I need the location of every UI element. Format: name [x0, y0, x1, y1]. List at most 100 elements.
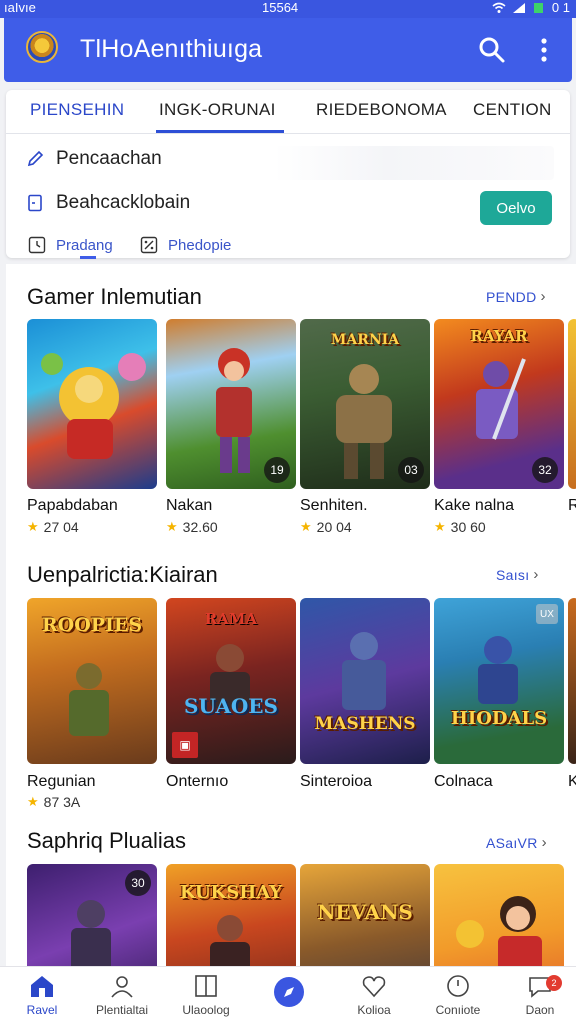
- card-name[interactable]: Onternıo: [166, 773, 228, 791]
- search-field-background: [274, 146, 554, 180]
- card-rating: ★ 30 60: [434, 519, 486, 535]
- game-card-image[interactable]: MARNIA 03: [300, 319, 430, 489]
- card-art-title: SUAOES: [184, 694, 278, 718]
- go-button[interactable]: Oelvo: [480, 191, 552, 225]
- sub-option-1-label: Pradang: [56, 236, 113, 254]
- game-card-image[interactable]: RAYAR 32: [434, 319, 564, 489]
- tab-3[interactable]: RIEDEBONOMA: [316, 100, 447, 120]
- card-badge: 19: [264, 457, 290, 483]
- nav-library-label: Ulaoolog: [182, 1003, 230, 1017]
- game-card-image[interactable]: ROOPIES: [27, 598, 157, 764]
- sub-option-2-label: Phedopie: [168, 236, 232, 254]
- card-name[interactable]: Regunian: [27, 773, 96, 791]
- nav-explore-button[interactable]: [274, 977, 304, 1007]
- filter-card: PIENSEHIN INGK-ORUNAI RIEDEBONOMA CENTIO…: [6, 90, 570, 259]
- nav-messages[interactable]: Daon: [498, 973, 576, 1017]
- nav-favorites[interactable]: Kolioa: [332, 973, 416, 1017]
- section-3-title: Saphriq Plualias: [27, 828, 186, 853]
- game-card-image[interactable]: [568, 319, 576, 489]
- game-card-image[interactable]: 30: [27, 864, 157, 966]
- percent-square-icon: [140, 236, 158, 254]
- card-art-title: MARNIA: [330, 332, 400, 348]
- clock-square-icon: [28, 236, 46, 254]
- status-icons: 0 1: [492, 0, 570, 15]
- heart-icon: [362, 976, 386, 998]
- section-3-more-link[interactable]: ASaıVR ›: [486, 834, 547, 851]
- card-name[interactable]: Papabdaban: [27, 497, 118, 515]
- card-name[interactable]: Nakan: [166, 497, 212, 515]
- star-icon: ★: [27, 519, 39, 534]
- menu-row-2[interactable]: Beahcacklobain: [26, 192, 190, 214]
- section-1-title: Gamer Inlemutian: [27, 284, 202, 309]
- tab-2[interactable]: INGK-ORUNAI: [159, 100, 276, 120]
- nav-home[interactable]: Ravel: [0, 973, 84, 1017]
- home-icon: [31, 976, 53, 997]
- card-rating: ★ 27 04: [27, 519, 79, 535]
- active-tab-indicator: [156, 130, 284, 133]
- document-icon: [28, 194, 42, 212]
- card-name[interactable]: K: [568, 773, 576, 791]
- section-2-more-label: Saısı: [496, 566, 530, 583]
- game-feed: Gamer Inlemutian PENDD › 19 MARNIA 03 RAY…: [6, 264, 576, 966]
- status-bar: ıaIvıe 15564 0 1: [0, 0, 576, 18]
- section-1-more-link[interactable]: PENDD ›: [486, 288, 546, 305]
- sub-option-1[interactable]: Pradang: [28, 236, 113, 254]
- game-card-image[interactable]: [434, 864, 564, 966]
- game-card-image[interactable]: HIODALS UX: [434, 598, 564, 764]
- game-card-image[interactable]: NEVANS: [300, 864, 430, 966]
- card-art-title: RAMA: [204, 610, 258, 628]
- battery-label: 0 1: [551, 0, 570, 15]
- game-card-image[interactable]: [27, 319, 157, 489]
- card-rating-value: 87 3A: [43, 794, 81, 810]
- section-2-more-link[interactable]: Saısı ›: [496, 566, 539, 583]
- card-name[interactable]: Sinteroioa: [300, 773, 372, 791]
- card-name[interactable]: Senhiten.: [300, 497, 368, 515]
- card-rating-value: 20 04: [316, 519, 352, 535]
- tab-bar: PIENSEHIN INGK-ORUNAI RIEDEBONOMA CENTIO…: [6, 90, 570, 134]
- signal-icon: [512, 2, 525, 13]
- carrier-label: ıaIvıe: [4, 0, 36, 15]
- card-rating: ★ 87 3A: [27, 794, 80, 810]
- game-art-icon: [456, 896, 542, 966]
- star-icon: ★: [166, 519, 178, 534]
- nav-history[interactable]: Conıiote: [416, 973, 500, 1017]
- clock: 15564: [262, 0, 299, 15]
- search-icon[interactable]: [478, 36, 506, 64]
- tab-1[interactable]: PIENSEHIN: [30, 100, 124, 120]
- card-rating-value: 32.60: [182, 519, 218, 535]
- nav-library[interactable]: Ulaoolog: [164, 973, 248, 1017]
- pencil-icon: [27, 150, 44, 167]
- game-art-icon: [342, 632, 386, 710]
- compass-icon: [284, 987, 294, 997]
- sub-option-2[interactable]: Phedopie: [140, 236, 231, 254]
- game-card-image[interactable]: MASHENS: [300, 598, 430, 764]
- game-card-image[interactable]: KUKSHAY: [166, 864, 296, 966]
- wifi-icon: [492, 2, 506, 13]
- section-2-title: Uenpalrictia:Kiairan: [27, 562, 218, 587]
- nav-messages-label: Daon: [525, 1003, 555, 1017]
- game-card-image[interactable]: RAMA SUAOES ▣: [166, 598, 296, 764]
- star-icon: ★: [300, 519, 312, 534]
- game-art-icon: [210, 915, 250, 966]
- clock-icon: [447, 975, 469, 997]
- app-logo-icon: [26, 31, 58, 63]
- tab-4[interactable]: CENTION: [473, 100, 552, 120]
- card-name[interactable]: R: [568, 497, 576, 515]
- bottom-nav: Ravel Plentialtai Ulaoolog Kolioa Conıio…: [0, 966, 576, 1024]
- card-name[interactable]: Colnaca: [434, 773, 493, 791]
- game-art-icon: [41, 353, 146, 459]
- nav-people[interactable]: Plentialtai: [80, 973, 164, 1017]
- menu-row-1-label: Pencaachan: [56, 148, 162, 169]
- person-icon: [111, 976, 133, 998]
- more-vert-icon[interactable]: [534, 36, 554, 64]
- card-rating: ★ 32.60: [166, 519, 218, 535]
- star-icon: ★: [434, 519, 446, 534]
- game-card-image[interactable]: [568, 598, 576, 764]
- card-name[interactable]: Kake nalna: [434, 497, 514, 515]
- card-art-title: KUKSHAY: [179, 882, 283, 903]
- menu-row-1[interactable]: Pencaachan: [26, 148, 162, 170]
- star-icon: ★: [27, 794, 39, 809]
- book-icon: [195, 975, 217, 997]
- sub-active-indicator: [80, 256, 96, 259]
- game-card-image[interactable]: 19: [166, 319, 296, 489]
